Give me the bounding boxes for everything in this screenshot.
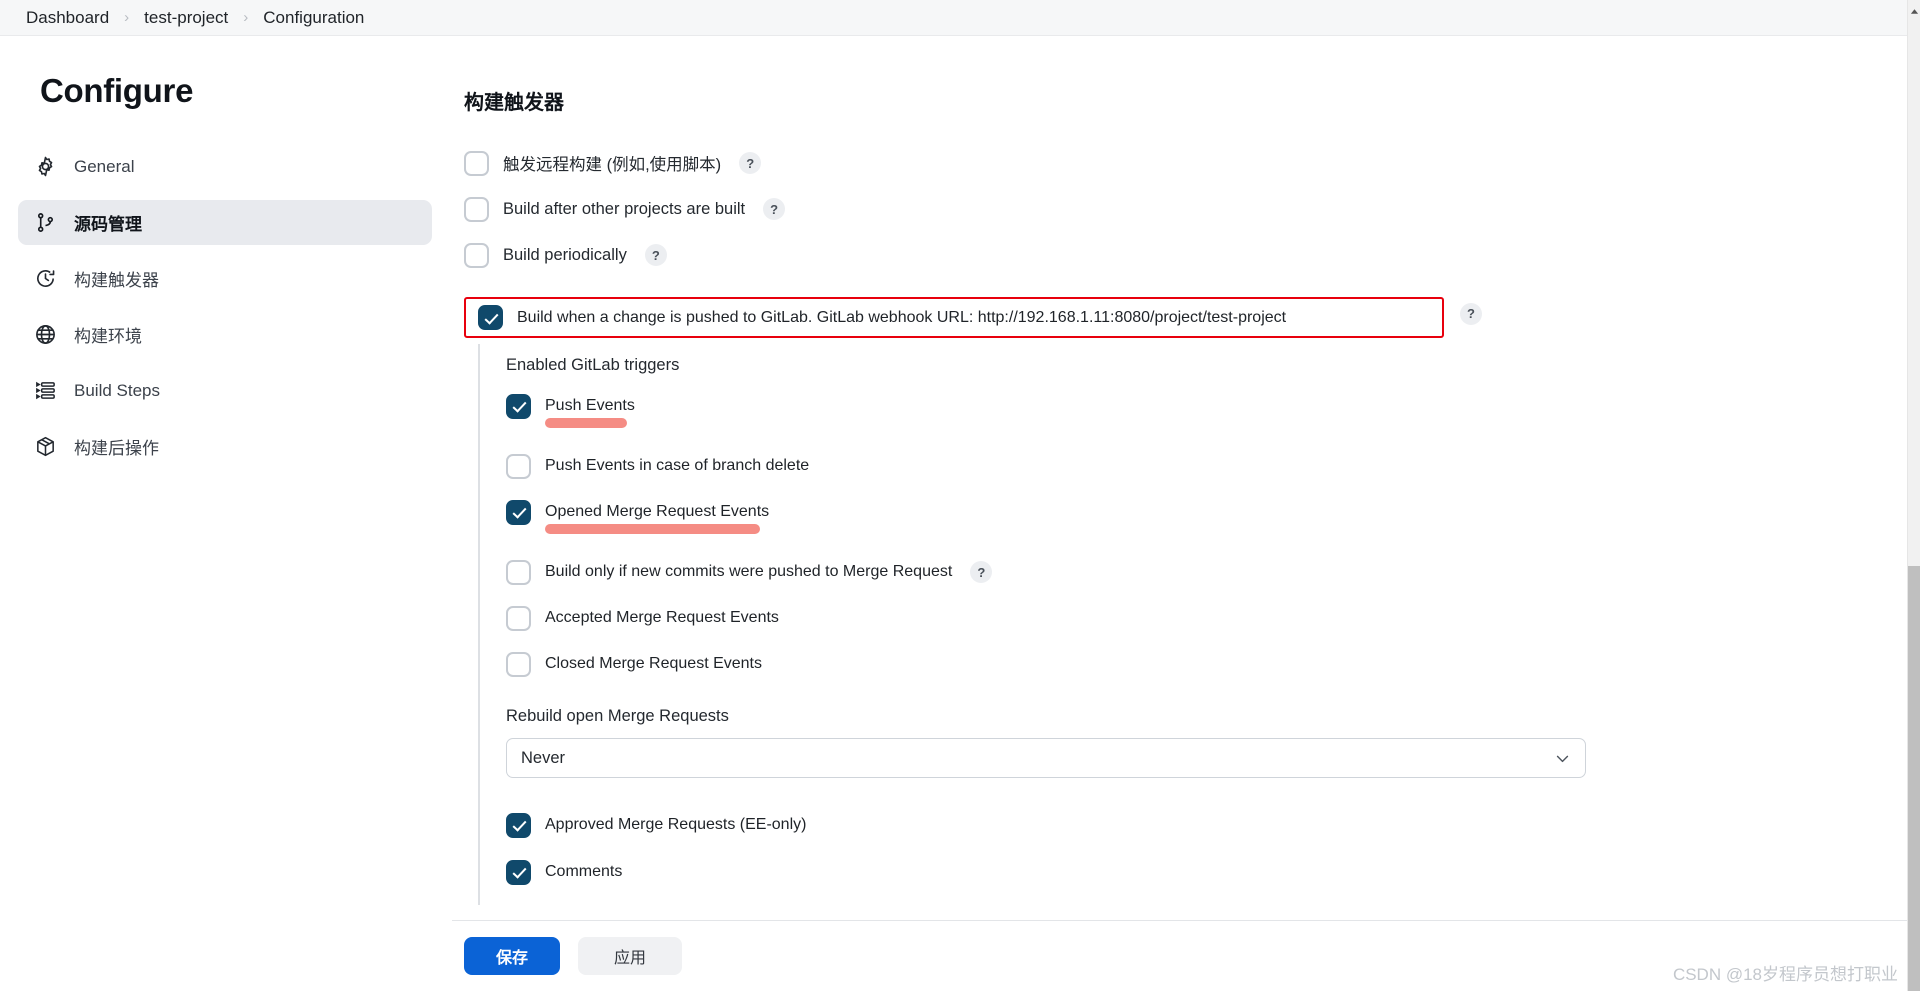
rebuild-open-merge-requests-label: Rebuild open Merge Requests bbox=[506, 707, 729, 725]
globe-icon bbox=[34, 323, 57, 346]
help-icon[interactable]: ? bbox=[970, 561, 993, 583]
apply-button[interactable]: 应用 bbox=[578, 937, 682, 975]
breadcrumb: Dashboard › test-project › Configuration bbox=[0, 0, 1907, 36]
gitlab-trigger-row-highlight: Build when a change is pushed to GitLab.… bbox=[464, 297, 1444, 338]
checkbox-gitlab-push-trigger[interactable] bbox=[478, 305, 503, 330]
checkbox-remote-build[interactable] bbox=[464, 150, 489, 176]
sub-trigger-row-closed-merge-request-events: Closed Merge Request Events bbox=[506, 647, 1907, 681]
gitlab-trigger-label: Build when a change is pushed to GitLab.… bbox=[517, 308, 1287, 326]
help-icon[interactable]: ? bbox=[644, 244, 667, 266]
sub-trigger-label: Comments bbox=[545, 863, 623, 880]
sidebar: Configure General 源码管理 构建触发器 构建环境 Build … bbox=[0, 36, 452, 991]
enabled-triggers-title: Enabled GitLab triggers bbox=[506, 356, 680, 374]
checkbox-push-events-branch-delete[interactable] bbox=[506, 453, 531, 479]
breadcrumb-separator-icon: › bbox=[124, 9, 130, 26]
sub-trigger-row-approved-merge-requests: Approved Merge Requests (EE-only) bbox=[506, 808, 1907, 842]
checkbox-build-after-other-projects[interactable] bbox=[464, 196, 489, 222]
sub-trigger-label: Opened Merge Request Events bbox=[545, 503, 770, 520]
sub-trigger-row-comments: Comments bbox=[506, 855, 1907, 889]
scrollbar-thumb[interactable] bbox=[1908, 566, 1920, 991]
breadcrumb-item-dashboard[interactable]: Dashboard bbox=[20, 6, 115, 30]
sidebar-item-build-environment[interactable]: 构建环境 bbox=[18, 312, 432, 357]
checkbox-approved-merge-requests[interactable] bbox=[506, 812, 531, 838]
checkbox-build-only-new-commits[interactable] bbox=[506, 559, 531, 585]
section-title: 构建触发器 bbox=[464, 92, 564, 114]
trigger-label: 触发远程构建 (例如,使用脚本) bbox=[503, 156, 722, 174]
checkbox-build-periodically[interactable] bbox=[464, 242, 489, 268]
trigger-row-after-other-projects: Build after other projects are built ? bbox=[464, 191, 1907, 227]
sub-trigger-row-push-events: Push Events bbox=[506, 389, 1907, 428]
jenkins-configure-page: Dashboard › test-project › Configuration… bbox=[0, 0, 1920, 991]
breadcrumb-item-project[interactable]: test-project bbox=[138, 6, 234, 30]
sidebar-nav: General 源码管理 构建触发器 构建环境 Build Steps 构建后操… bbox=[0, 144, 452, 469]
sub-trigger-label: Push Events in case of branch delete bbox=[545, 457, 810, 474]
package-icon bbox=[34, 435, 57, 458]
enabled-gitlab-triggers-group: Enabled GitLab triggers Push Events Push… bbox=[478, 344, 1907, 905]
checkbox-opened-merge-request-events[interactable] bbox=[506, 499, 531, 525]
checkbox-accepted-merge-request-events[interactable] bbox=[506, 605, 531, 631]
help-icon[interactable]: ? bbox=[739, 152, 762, 174]
git-branch-icon bbox=[34, 211, 57, 234]
sidebar-item-label: 构建后操作 bbox=[74, 439, 159, 458]
sidebar-item-build-steps[interactable]: Build Steps bbox=[18, 368, 432, 413]
annotation-highlight bbox=[545, 418, 627, 428]
list-steps-icon bbox=[34, 379, 57, 402]
sidebar-item-source-code-management[interactable]: 源码管理 bbox=[18, 200, 432, 245]
sidebar-item-label: 构建触发器 bbox=[74, 271, 159, 290]
sub-trigger-label: Build only if new commits were pushed to… bbox=[545, 563, 953, 580]
sidebar-item-general[interactable]: General bbox=[18, 144, 432, 189]
sub-trigger-row-accepted-merge-request-events: Accepted Merge Request Events bbox=[506, 601, 1907, 635]
sub-trigger-row-build-only-new-commits: Build only if new commits were pushed to… bbox=[506, 555, 1907, 589]
trigger-row-remote-build: 触发远程构建 (例如,使用脚本) ? bbox=[464, 145, 1907, 181]
sidebar-item-label: 构建环境 bbox=[74, 327, 142, 346]
help-icon[interactable]: ? bbox=[1460, 302, 1482, 325]
trigger-label: Build after other projects are built bbox=[503, 199, 746, 218]
watermark: CSDN @18岁程序员想打职业 bbox=[1672, 965, 1898, 984]
sub-trigger-row-push-events-branch-delete: Push Events in case of branch delete bbox=[506, 449, 1907, 483]
trigger-label: Build periodically bbox=[503, 245, 627, 264]
checkbox-closed-merge-request-events[interactable] bbox=[506, 651, 531, 677]
sub-trigger-label: Approved Merge Requests (EE-only) bbox=[545, 816, 807, 833]
breadcrumb-item-configuration[interactable]: Configuration bbox=[257, 6, 370, 30]
sub-trigger-label: Accepted Merge Request Events bbox=[545, 609, 779, 626]
main-content: 构建触发器 触发远程构建 (例如,使用脚本) ? Build after oth… bbox=[452, 36, 1907, 991]
page-title: Configure bbox=[40, 72, 194, 109]
sub-trigger-row-opened-merge-request-events: Opened Merge Request Events bbox=[506, 495, 1907, 534]
sub-trigger-label: Push Events bbox=[545, 397, 635, 414]
sidebar-item-post-build-actions[interactable]: 构建后操作 bbox=[18, 424, 432, 469]
sidebar-item-label: Build Steps bbox=[74, 380, 160, 400]
gear-icon bbox=[34, 155, 57, 178]
rebuild-open-merge-requests-select[interactable]: Never bbox=[506, 738, 1586, 778]
gitlab-trigger-area: Build when a change is pushed to GitLab.… bbox=[464, 283, 1907, 344]
sidebar-item-build-triggers[interactable]: 构建触发器 bbox=[18, 256, 432, 301]
breadcrumb-separator-icon: › bbox=[243, 9, 249, 26]
select-value: Never bbox=[521, 748, 566, 767]
save-button[interactable]: 保存 bbox=[464, 937, 560, 975]
sidebar-item-label: General bbox=[74, 156, 135, 176]
sidebar-item-label: 源码管理 bbox=[74, 215, 142, 234]
scroll-up-arrow-icon[interactable] bbox=[1910, 3, 1919, 14]
annotation-highlight bbox=[545, 524, 760, 534]
help-icon[interactable]: ? bbox=[763, 198, 786, 220]
trigger-row-build-periodically: Build periodically ? bbox=[464, 237, 1907, 273]
chevron-down-icon bbox=[1554, 750, 1571, 767]
page-scrollbar[interactable] bbox=[1907, 0, 1920, 991]
checkbox-comments[interactable] bbox=[506, 859, 531, 885]
checkbox-push-events[interactable] bbox=[506, 393, 531, 419]
sub-trigger-label: Closed Merge Request Events bbox=[545, 655, 762, 672]
clock-icon bbox=[34, 267, 57, 290]
